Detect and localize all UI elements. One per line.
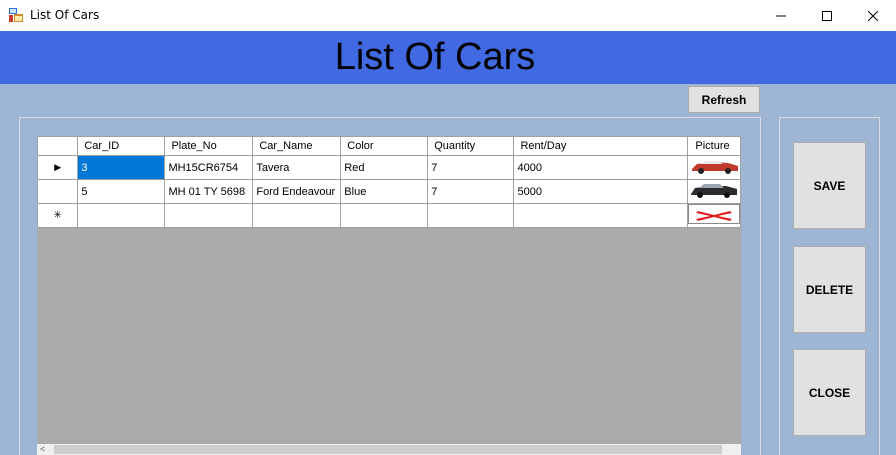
column-header-car-name[interactable]: Car_Name — [252, 136, 342, 156]
scroll-left-arrow-icon[interactable]: < — [40, 444, 45, 454]
cell-color[interactable]: Red — [340, 155, 429, 180]
row-header[interactable] — [37, 179, 79, 204]
column-header-picture[interactable]: Picture — [686, 136, 741, 156]
column-header-rent-day[interactable]: Rent/Day — [513, 136, 688, 156]
minimize-button[interactable] — [758, 0, 804, 31]
maximize-icon — [822, 10, 832, 21]
cell-rent-day[interactable]: 4000 — [513, 155, 688, 180]
new-row[interactable]: ✳ — [37, 203, 741, 228]
dark-car-thumbnail — [688, 180, 740, 200]
new-cell-car-id[interactable] — [77, 203, 166, 228]
cars-table: Car_ID Plate_No Car_Name Color Quantity … — [37, 136, 741, 228]
delete-button[interactable]: DELETE — [793, 246, 866, 333]
row-header-current[interactable]: ▶ — [37, 155, 79, 180]
corner-header-cell[interactable] — [37, 136, 79, 156]
column-header-car-id[interactable]: Car_ID — [77, 136, 166, 156]
horizontal-scrollbar[interactable]: < — [37, 444, 741, 455]
column-header-plate-no[interactable]: Plate_No — [164, 136, 254, 156]
cars-data-grid[interactable]: Car_ID Plate_No Car_Name Color Quantity … — [37, 136, 741, 455]
cell-picture[interactable] — [686, 179, 741, 204]
red-car-thumbnail — [688, 156, 740, 176]
new-cell-color[interactable] — [340, 203, 429, 228]
table-header-row: Car_ID Plate_No Car_Name Color Quantity … — [37, 136, 741, 156]
close-icon — [868, 10, 878, 21]
title-bar: List Of Cars — [0, 0, 896, 31]
minimize-icon — [776, 15, 786, 16]
cell-car-id[interactable]: 5 — [77, 179, 166, 204]
window-title: List Of Cars — [30, 8, 100, 22]
column-header-quantity[interactable]: Quantity — [427, 136, 515, 156]
cell-car-id[interactable]: 3 — [77, 155, 166, 180]
missing-image-icon — [688, 204, 740, 224]
app-form-icon — [9, 8, 23, 22]
column-header-color[interactable]: Color — [340, 136, 429, 156]
table-row[interactable]: 5 MH 01 TY 5698 Ford Endeavour Blue 7 50… — [37, 179, 741, 204]
new-cell-car-name[interactable] — [252, 203, 342, 228]
cell-car-name[interactable]: Tavera — [252, 155, 342, 180]
main-window: List Of Cars List Of Cars Refresh Car_ID… — [0, 0, 896, 455]
maximize-button[interactable] — [804, 0, 850, 31]
save-button[interactable]: SAVE — [793, 142, 866, 229]
cell-car-name[interactable]: Ford Endeavour — [252, 179, 342, 204]
header-banner: List Of Cars — [0, 31, 896, 84]
new-cell-rent-day[interactable] — [513, 203, 688, 228]
cell-plate-no[interactable]: MH 01 TY 5698 — [164, 179, 254, 204]
new-row-marker[interactable]: ✳ — [37, 203, 79, 228]
new-cell-quantity[interactable] — [427, 203, 515, 228]
close-window-button[interactable] — [850, 0, 896, 31]
cell-quantity[interactable]: 7 — [427, 155, 515, 180]
new-cell-picture[interactable] — [686, 203, 741, 228]
cell-quantity[interactable]: 7 — [427, 179, 515, 204]
table-row[interactable]: ▶ 3 MH15CR6754 Tavera Red 7 4000 — [37, 155, 741, 180]
cell-color[interactable]: Blue — [340, 179, 429, 204]
cell-plate-no[interactable]: MH15CR6754 — [164, 155, 254, 180]
cell-rent-day[interactable]: 5000 — [513, 179, 688, 204]
cell-picture[interactable] — [686, 155, 741, 180]
new-cell-plate-no[interactable] — [164, 203, 254, 228]
scrollbar-thumb[interactable] — [54, 445, 722, 454]
close-button[interactable]: CLOSE — [793, 349, 866, 436]
page-title: List Of Cars — [334, 36, 536, 78]
refresh-button[interactable]: Refresh — [688, 86, 760, 113]
